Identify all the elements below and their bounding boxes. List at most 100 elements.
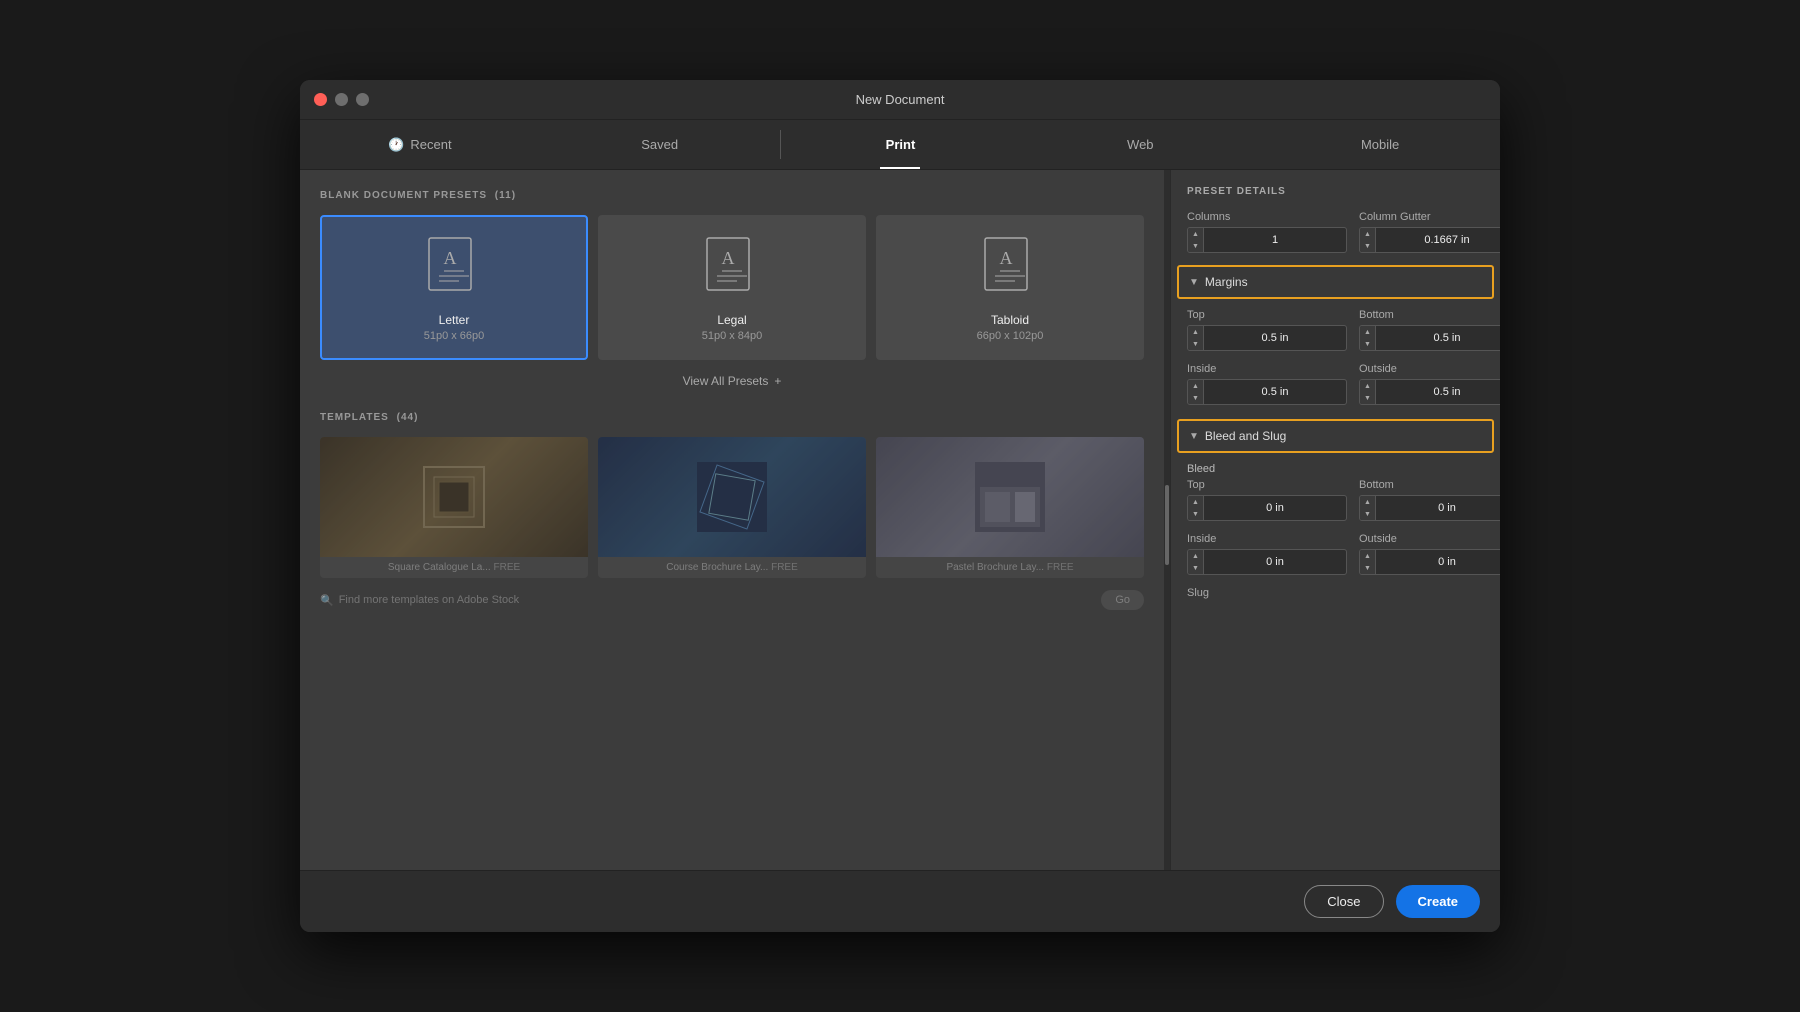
margins-inside-down[interactable]: ▼ xyxy=(1188,392,1203,404)
margins-bottom-up[interactable]: ▲ xyxy=(1360,326,1375,338)
template-1[interactable]: Square Catalogue La... FREE xyxy=(320,437,588,578)
column-gutter-up[interactable]: ▲ xyxy=(1360,228,1375,240)
margins-outside-up[interactable]: ▲ xyxy=(1360,380,1375,392)
bleed-outside-value[interactable] xyxy=(1376,556,1500,568)
templates-grid: Square Catalogue La... FREE xyxy=(320,437,1144,578)
window-controls xyxy=(314,93,369,106)
bleed-inside-field: Inside ▲ ▼ xyxy=(1187,533,1347,575)
bleed-top-up[interactable]: ▲ xyxy=(1188,496,1203,508)
titlebar: New Document xyxy=(300,80,1500,120)
margins-inside-value[interactable] xyxy=(1204,386,1346,398)
preset-legal[interactable]: A Legal 51p0 x 84p0 xyxy=(598,215,866,360)
columns-spinner[interactable]: ▲ ▼ xyxy=(1188,228,1204,252)
template-3[interactable]: Pastel Brochure Lay... FREE xyxy=(876,437,1144,578)
margins-inside-up[interactable]: ▲ xyxy=(1188,380,1203,392)
bleed-inside-down[interactable]: ▼ xyxy=(1188,562,1203,574)
bleed-bottom-label: Bottom xyxy=(1359,479,1500,491)
template-2[interactable]: Course Brochure Lay... FREE xyxy=(598,437,866,578)
preset-legal-name: Legal xyxy=(717,313,746,327)
margins-top-label: Top xyxy=(1187,309,1347,321)
bleed-inside-input[interactable]: ▲ ▼ xyxy=(1187,549,1347,575)
margins-outside-spinner[interactable]: ▲ ▼ xyxy=(1360,380,1376,404)
margins-bottom-field: Bottom ▲ ▼ xyxy=(1359,309,1500,351)
template-3-preview xyxy=(970,457,1050,537)
margins-top-spinner[interactable]: ▲ ▼ xyxy=(1188,326,1204,350)
bleed-top-spinner[interactable]: ▲ ▼ xyxy=(1188,496,1204,520)
preset-legal-icon: A xyxy=(697,233,767,303)
column-gutter-input[interactable]: ▲ ▼ xyxy=(1359,227,1500,253)
preset-letter-name: Letter xyxy=(439,313,470,327)
margins-top-input[interactable]: ▲ ▼ xyxy=(1187,325,1347,351)
close-window-button[interactable] xyxy=(314,93,327,106)
bleed-outside-down[interactable]: ▼ xyxy=(1360,562,1375,574)
bleed-outside-input[interactable]: ▲ ▼ xyxy=(1359,549,1500,575)
margins-outside-field: Outside ▲ ▼ 🔗 xyxy=(1359,363,1500,405)
bleed-outside-up[interactable]: ▲ xyxy=(1360,550,1375,562)
preset-tabloid-size: 66p0 x 102p0 xyxy=(977,330,1044,342)
bleed-bottom-value[interactable] xyxy=(1376,502,1500,514)
margins-section-header[interactable]: ▼ Margins xyxy=(1177,265,1494,299)
create-button[interactable]: Create xyxy=(1396,885,1480,918)
margins-outside-value[interactable] xyxy=(1376,386,1500,398)
template-2-preview xyxy=(692,457,772,537)
close-button[interactable]: Close xyxy=(1304,885,1383,918)
template-1-label: Square Catalogue La... FREE xyxy=(320,557,588,578)
bleed-top-field: Top ▲ ▼ xyxy=(1187,479,1347,521)
template-2-thumb xyxy=(598,437,866,557)
margins-outside-input[interactable]: ▲ ▼ xyxy=(1359,379,1500,405)
bleed-bottom-spinner[interactable]: ▲ ▼ xyxy=(1360,496,1376,520)
plus-icon: + xyxy=(774,374,781,388)
margins-bottom-down[interactable]: ▼ xyxy=(1360,338,1375,350)
columns-input[interactable]: ▲ ▼ xyxy=(1187,227,1347,253)
bleed-top-input[interactable]: ▲ ▼ xyxy=(1187,495,1347,521)
bleed-inside-up[interactable]: ▲ xyxy=(1188,550,1203,562)
go-button[interactable]: Go xyxy=(1101,590,1144,610)
tab-print[interactable]: Print xyxy=(781,120,1021,169)
tab-web[interactable]: Web xyxy=(1020,120,1260,169)
columns-label: Columns xyxy=(1187,211,1347,223)
column-gutter-spinner[interactable]: ▲ ▼ xyxy=(1360,228,1376,252)
margins-section-label: Margins xyxy=(1205,275,1248,289)
bleed-bottom-input[interactable]: ▲ ▼ xyxy=(1359,495,1500,521)
tab-saved[interactable]: Saved xyxy=(540,120,780,169)
bleed-inside-spinner[interactable]: ▲ ▼ xyxy=(1188,550,1204,574)
maximize-window-button[interactable] xyxy=(356,93,369,106)
view-all-presets-button[interactable]: View All Presets + xyxy=(320,374,1144,388)
preset-letter[interactable]: A Letter 51p0 x 66p0 xyxy=(320,215,588,360)
window-title: New Document xyxy=(856,92,945,107)
tab-mobile[interactable]: Mobile xyxy=(1260,120,1500,169)
margins-inside-spinner[interactable]: ▲ ▼ xyxy=(1188,380,1204,404)
margins-outside-down[interactable]: ▼ xyxy=(1360,392,1375,404)
columns-down[interactable]: ▼ xyxy=(1188,240,1203,252)
scrollbar-thumb[interactable] xyxy=(1165,485,1169,565)
preset-tabloid[interactable]: A Tabloid 66p0 x 102p0 xyxy=(876,215,1144,360)
preset-legal-size: 51p0 x 84p0 xyxy=(702,330,763,342)
column-gutter-value[interactable] xyxy=(1376,234,1500,246)
left-panel: BLANK DOCUMENT PRESETS (11) A Letter 51p… xyxy=(300,170,1164,870)
bleed-outside-spinner[interactable]: ▲ ▼ xyxy=(1360,550,1376,574)
margins-bottom-value[interactable] xyxy=(1376,332,1500,344)
bleed-bottom-up[interactable]: ▲ xyxy=(1360,496,1375,508)
margins-top-down[interactable]: ▼ xyxy=(1188,338,1203,350)
bleed-top-value[interactable] xyxy=(1204,502,1346,514)
margins-bottom-input[interactable]: ▲ ▼ xyxy=(1359,325,1500,351)
margins-inside-input[interactable]: ▲ ▼ xyxy=(1187,379,1347,405)
bleed-slug-section-header[interactable]: ▼ Bleed and Slug xyxy=(1177,419,1494,453)
tab-recent[interactable]: 🕐 Recent xyxy=(300,120,540,169)
margins-inside-field: Inside ▲ ▼ xyxy=(1187,363,1347,405)
column-gutter-down[interactable]: ▼ xyxy=(1360,240,1375,252)
template-3-label: Pastel Brochure Lay... FREE xyxy=(876,557,1144,578)
columns-value[interactable] xyxy=(1204,234,1346,246)
minimize-window-button[interactable] xyxy=(335,93,348,106)
main-content: BLANK DOCUMENT PRESETS (11) A Letter 51p… xyxy=(300,170,1500,870)
margins-inside-outside-row: Inside ▲ ▼ Outside ▲ xyxy=(1187,363,1484,405)
margins-top-up[interactable]: ▲ xyxy=(1188,326,1203,338)
columns-up[interactable]: ▲ xyxy=(1188,228,1203,240)
slug-label: Slug xyxy=(1187,587,1484,599)
bleed-top-down[interactable]: ▼ xyxy=(1188,508,1203,520)
bleed-inside-value[interactable] xyxy=(1204,556,1346,568)
bleed-bottom-down[interactable]: ▼ xyxy=(1360,508,1375,520)
margins-bottom-spinner[interactable]: ▲ ▼ xyxy=(1360,326,1376,350)
tabs-bar: 🕐 Recent Saved Print Web Mobile xyxy=(300,120,1500,170)
margins-top-value[interactable] xyxy=(1204,332,1346,344)
